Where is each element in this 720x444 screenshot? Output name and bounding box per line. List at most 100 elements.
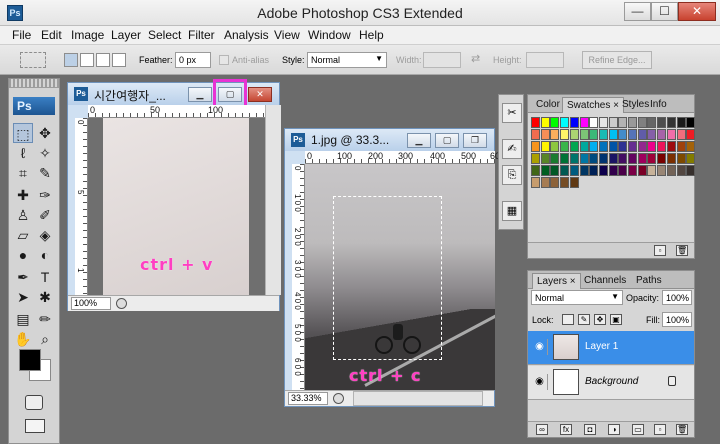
- color-swatch[interactable]: [589, 153, 599, 164]
- color-swatch[interactable]: [657, 117, 667, 128]
- color-swatch[interactable]: [589, 129, 599, 140]
- color-swatch[interactable]: [686, 165, 696, 176]
- color-swatch[interactable]: [628, 153, 637, 164]
- color-swatch[interactable]: [647, 153, 657, 164]
- lock-position-icon[interactable]: ✥: [594, 314, 606, 325]
- document-window-1[interactable]: Ps 시간여행자_... ▁ ▢ ✕ 0 50 100 0 5 1 ctrl +…: [67, 79, 281, 311]
- clone-stamp-icon[interactable]: ♙: [13, 205, 33, 225]
- fill-input[interactable]: 100%: [662, 312, 692, 327]
- color-swatch[interactable]: [666, 129, 676, 140]
- eraser-tool-icon[interactable]: ▱: [13, 225, 33, 245]
- doc1-canvas-area[interactable]: ctrl + v: [88, 118, 265, 295]
- zoom-tool-icon[interactable]: ⌕: [35, 329, 55, 349]
- tab-channels[interactable]: Channels: [580, 273, 630, 289]
- doc2-status-icon[interactable]: [333, 393, 344, 404]
- color-swatch[interactable]: [560, 129, 570, 140]
- notes-tool-icon[interactable]: ▤: [13, 309, 33, 329]
- color-swatch[interactable]: [579, 141, 589, 152]
- tab-swatches[interactable]: Swatches ×: [562, 97, 624, 113]
- eyedropper-icon[interactable]: ✏: [35, 309, 55, 329]
- color-swatch[interactable]: [531, 177, 540, 188]
- paint-bucket-icon[interactable]: ◈: [35, 225, 55, 245]
- color-swatch[interactable]: [618, 117, 628, 128]
- foreground-color-swatch[interactable]: [19, 349, 41, 371]
- eye-icon[interactable]: ◉: [532, 374, 548, 390]
- adjustment-layer-icon[interactable]: ◑: [608, 424, 620, 435]
- layer-style-icon[interactable]: fx: [560, 424, 572, 435]
- color-swatch[interactable]: [569, 129, 579, 140]
- menu-view[interactable]: View: [274, 28, 300, 42]
- color-swatch[interactable]: [657, 153, 667, 164]
- color-swatch[interactable]: [676, 153, 686, 164]
- color-swatch[interactable]: [628, 129, 637, 140]
- menu-layer[interactable]: Layer: [111, 28, 141, 42]
- new-group-icon[interactable]: ▭: [632, 424, 644, 435]
- lasso-tool-icon[interactable]: ℓ: [13, 143, 33, 163]
- tab-color[interactable]: Color: [532, 97, 564, 113]
- color-swatch[interactable]: [598, 153, 608, 164]
- color-swatch[interactable]: [569, 117, 579, 128]
- color-swatch[interactable]: [560, 117, 570, 128]
- trash-icon[interactable]: 🗑: [676, 424, 688, 435]
- color-swatch[interactable]: [676, 141, 686, 152]
- color-swatch[interactable]: [657, 141, 667, 152]
- trash-icon[interactable]: 🗑: [676, 245, 688, 256]
- eye-icon[interactable]: ◉: [532, 339, 548, 355]
- color-swatch[interactable]: [540, 177, 550, 188]
- color-swatch[interactable]: [540, 141, 550, 152]
- history-brush-icon[interactable]: ✐: [35, 205, 55, 225]
- blur-tool-icon[interactable]: ●: [13, 245, 33, 265]
- color-swatch[interactable]: [686, 117, 696, 128]
- color-swatch[interactable]: [531, 117, 540, 128]
- doc1-title-bar[interactable]: Ps 시간여행자_... ▁ ▢ ✕: [68, 83, 279, 105]
- add-mask-icon[interactable]: ◘: [584, 424, 596, 435]
- subtract-selection-icon[interactable]: [96, 53, 110, 67]
- blend-mode-select[interactable]: Normal ▼: [531, 290, 623, 305]
- color-swatch[interactable]: [647, 141, 657, 152]
- link-layers-icon[interactable]: ∞: [536, 424, 548, 435]
- color-swatch[interactable]: [589, 141, 599, 152]
- brush-tool-icon[interactable]: ✑: [35, 185, 55, 205]
- color-swatch[interactable]: [647, 117, 657, 128]
- new-selection-icon[interactable]: [64, 53, 78, 67]
- layer-comps-icon[interactable]: ▦: [502, 201, 522, 221]
- refine-edge-button[interactable]: Refine Edge...: [582, 51, 652, 69]
- color-swatch[interactable]: [589, 117, 599, 128]
- color-swatch[interactable]: [618, 153, 628, 164]
- layer-row-layer-1[interactable]: ◉ Layer 1: [528, 331, 694, 365]
- color-swatch[interactable]: [540, 117, 550, 128]
- color-swatch[interactable]: [686, 153, 696, 164]
- color-swatch[interactable]: [608, 141, 618, 152]
- doc2-minimize-button[interactable]: ▁: [407, 133, 431, 148]
- doc2-title-bar[interactable]: Ps 1.jpg @ 33.3... ▁ ▢ ❐: [285, 129, 494, 151]
- color-swatch[interactable]: [579, 165, 589, 176]
- lock-transparent-icon[interactable]: [562, 314, 574, 325]
- hand-tool-icon[interactable]: ✋: [13, 329, 33, 349]
- doc2-zoom-field[interactable]: 33.33%: [288, 392, 328, 405]
- menu-image[interactable]: Image: [71, 28, 104, 42]
- color-swatch[interactable]: [647, 165, 657, 176]
- color-swatch[interactable]: [608, 153, 618, 164]
- opacity-input[interactable]: 100%: [662, 290, 692, 305]
- marquee-preset-icon[interactable]: [20, 52, 46, 68]
- lock-image-icon[interactable]: ✎: [578, 314, 590, 325]
- doc1-close-button[interactable]: ✕: [248, 87, 272, 102]
- menu-select[interactable]: Select: [148, 28, 181, 42]
- lock-all-icon[interactable]: ▣: [610, 314, 622, 325]
- color-swatch[interactable]: [637, 117, 647, 128]
- color-swatch[interactable]: [569, 165, 579, 176]
- healing-brush-icon[interactable]: ✚: [13, 185, 33, 205]
- menu-window[interactable]: Window: [308, 28, 351, 42]
- layer-row-background[interactable]: ◉ Background: [528, 366, 694, 400]
- selection-marquee[interactable]: [333, 196, 442, 360]
- color-swatch[interactable]: [560, 141, 570, 152]
- menu-help[interactable]: Help: [359, 28, 384, 42]
- doc2-horizontal-scrollbar[interactable]: [353, 391, 483, 406]
- color-swatch[interactable]: [560, 165, 570, 176]
- doc1-status-icon[interactable]: [116, 298, 127, 309]
- close-button[interactable]: ✕: [678, 2, 716, 21]
- crop-tool-icon[interactable]: ⌗: [13, 163, 33, 183]
- path-selection-icon[interactable]: ➤: [13, 287, 33, 307]
- height-input[interactable]: [526, 52, 564, 68]
- slice-tool-icon[interactable]: ✎: [35, 163, 55, 183]
